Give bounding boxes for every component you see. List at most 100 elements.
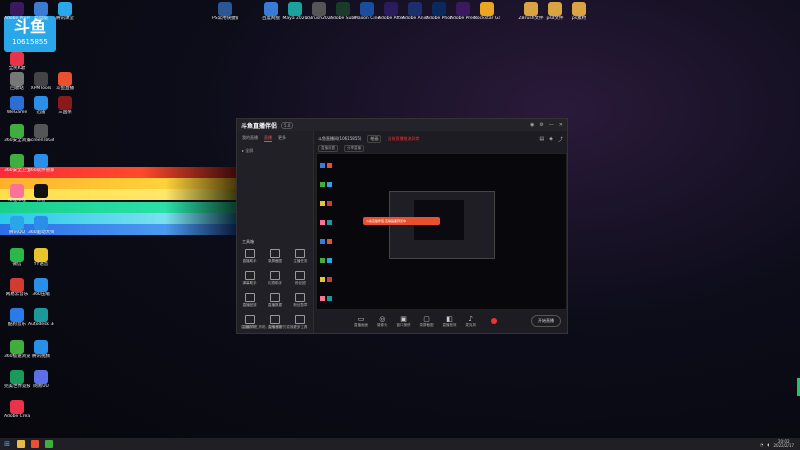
tool-item[interactable]: 直播回放 — [237, 293, 262, 308]
desktop-icon[interactable]: 斗鱼直播 — [52, 72, 78, 91]
streaming-app-window[interactable]: 斗鱼直播伴侣 5.0 ◉ ⚙ — ✕ 我的直播 直播 更多 ▸ 全屏 工具箱 直… — [236, 118, 568, 334]
app-icon — [336, 2, 350, 16]
avatar-icon[interactable]: ◉ — [530, 122, 534, 128]
desktop-icon[interactable]: 微信 — [4, 248, 30, 267]
desktop-icon[interactable]: 回收站 — [4, 72, 30, 91]
desktop-icon[interactable]: 此电脑 — [28, 2, 54, 21]
desktop-icon[interactable]: ZBrush文件 — [518, 2, 544, 21]
desktop-icon[interactable]: 酷狗音乐 — [4, 308, 30, 327]
network-icon[interactable]: ◔ — [760, 442, 764, 447]
control-button[interactable]: ▢ 录屏截图 — [420, 315, 434, 328]
windows-start-icon[interactable]: ⊞ — [0, 440, 14, 448]
desktop-icon[interactable]: 腾讯课堂 — [52, 2, 78, 21]
control-button[interactable]: ◎ 摄像头 — [377, 315, 388, 328]
desktop-icon[interactable]: 360驱动大师 — [28, 216, 54, 235]
control-bar: ▭ 直播画面 ◎ 摄像头 ▣ 窗口捕获 ▢ 录屏截图 ◧ 直播音效 ♪ 麦克风 开始直播 — [314, 309, 567, 333]
desktop-icon[interactable]: 百度网盘 — [258, 2, 284, 21]
desktop-icon[interactable]: 全民K歌 — [4, 52, 30, 71]
explorer-icon[interactable] — [17, 440, 25, 448]
desktop-icon[interactable]: Adobe Creative Cloud — [4, 400, 30, 419]
app-icon — [288, 2, 302, 16]
app-icon — [384, 2, 398, 16]
desktop-icon[interactable]: Adobe Premiere — [4, 2, 30, 21]
minimize-icon[interactable]: — — [549, 122, 554, 128]
desktop-icon[interactable]: WeGame — [4, 96, 30, 115]
category-select[interactable]: 绘画 — [367, 135, 382, 143]
desktop-icon[interactable]: YY语音 — [28, 248, 54, 267]
desktop-icon-label: 微信 — [12, 262, 22, 267]
douyu-taskbar-icon[interactable] — [31, 440, 39, 448]
control-button[interactable]: ▭ 直播画面 — [354, 315, 368, 328]
tab-more[interactable]: 更多 — [278, 135, 286, 142]
desktop-icon[interactable]: 360软件管家 — [28, 154, 54, 173]
share-icon[interactable]: ⤴ — [558, 136, 563, 143]
browser-taskbar-icon[interactable] — [45, 440, 53, 448]
desktop-icon[interactable]: 腾讯QQ — [4, 216, 30, 235]
tool-item[interactable]: 粉丝勋章 — [288, 293, 313, 308]
close-icon[interactable]: ✕ — [559, 122, 563, 128]
preview-icon — [320, 296, 325, 301]
head-icons: ▤ ◈ ⤴ — [539, 136, 563, 143]
desktop-icon[interactable]: 哔哩哔哩 — [4, 184, 30, 203]
tab-my-live[interactable]: 我的直播 — [242, 135, 258, 142]
start-live-button[interactable]: 开始直播 — [531, 315, 561, 327]
tab-live[interactable]: 直播 — [264, 135, 272, 142]
desktop-icon-label: 三国杀 — [58, 110, 72, 115]
control-button[interactable]: ◧ 直播音效 — [443, 315, 457, 328]
scene-item[interactable]: ▸ 全屏 — [237, 146, 313, 156]
live-preview[interactable]: 斗鱼直播伴侣·直播画面预览中 — [316, 153, 567, 310]
control-button[interactable]: ♪ 麦克风 — [466, 315, 477, 328]
gift-icon[interactable]: ◈ — [549, 136, 553, 143]
desktop-icon[interactable]: 迅雷 — [28, 96, 54, 115]
control-label: 录屏截图 — [419, 322, 434, 327]
desktop-icon[interactable]: Adobe After Effects 2020 — [378, 2, 404, 21]
desktop-icon[interactable]: ScreenToGif — [28, 124, 54, 143]
version-badge[interactable]: 5.0 — [281, 121, 294, 129]
desktop-icon[interactable]: XPMTools — [28, 72, 54, 91]
tool-item[interactable]: 主播任务 — [288, 249, 313, 264]
desktop-icon[interactable]: ps素材 — [566, 2, 592, 21]
desktop-icon[interactable]: PS常用快捷键大全.doc — [212, 2, 238, 21]
tool-item[interactable]: 录屏截图 — [262, 249, 287, 264]
tool-label: 弹幕助手 — [242, 281, 257, 285]
desktop-icon[interactable]: 抖音 — [28, 184, 54, 203]
app-icon — [10, 370, 24, 384]
desktop-icon[interactable]: Rockstar Games — [474, 2, 500, 21]
desktop-icon-label: 百度网盘 — [262, 16, 280, 21]
tools-grid: 直播助手 录屏截图 主播任务 弹幕助手 礼物助手 粉丝团 直播回放 直播数据 粉丝勋章 主播学院直… — [237, 249, 313, 330]
desktop-icon[interactable]: Maxon Cinema 4D — [354, 2, 380, 21]
desktop-icon[interactable]: 360安全浏览器 — [4, 124, 30, 143]
desktop-icon[interactable]: Adobe Photoshop — [426, 2, 452, 21]
volume-icon[interactable]: ◖ — [767, 442, 769, 447]
desktop-icon[interactable]: 网易云音乐 — [4, 278, 30, 297]
desktop-icon-label: 网易UU — [33, 384, 49, 389]
app-icon — [34, 96, 48, 110]
control-button[interactable]: ▣ 窗口捕获 — [397, 315, 411, 328]
desktop-icon[interactable]: 360压缩 — [28, 278, 54, 297]
share-live-button[interactable]: 分享直播 — [344, 145, 364, 152]
desktop-icon[interactable]: Adobe Animate — [402, 2, 428, 21]
tool-item[interactable]: 弹幕助手 — [237, 271, 262, 286]
desktop-icon[interactable]: 网易UU — [28, 370, 54, 389]
desktop-icon[interactable]: Adobe Substance — [330, 2, 356, 21]
tool-item[interactable]: 粉丝团 — [288, 271, 313, 286]
desktop-icon[interactable]: 完美世界竞技平台 — [4, 370, 30, 389]
cart-icon[interactable]: ▤ — [539, 136, 544, 143]
live-settings-button[interactable]: 直播设置 — [318, 145, 338, 152]
desktop-icon[interactable]: psd文件 — [542, 2, 568, 21]
desktop-icon[interactable]: 360极速浏览器 — [4, 340, 30, 359]
desktop-icon[interactable]: Autodesk 3ds Max — [28, 308, 54, 327]
record-icon[interactable] — [491, 318, 497, 324]
desktop-icon[interactable]: Maya 2020 — [282, 2, 308, 21]
desktop-icon[interactable]: 三国杀 — [52, 96, 78, 115]
desktop-icon[interactable]: 腾讯视频 — [28, 340, 54, 359]
settings-icon[interactable]: ⚙ — [539, 122, 543, 128]
tool-item[interactable]: 直播数据 — [262, 293, 287, 308]
desktop-icon[interactable]: ZBrush2021 — [306, 2, 332, 21]
tool-item[interactable]: 直播助手 — [237, 249, 262, 264]
tool-item[interactable]: 礼物助手 — [262, 271, 287, 286]
desktop-icon[interactable]: 360安全卫士 — [4, 154, 30, 173]
clock[interactable]: 20:02 2022/2/17 — [773, 440, 794, 448]
desktop-icon[interactable]: Adobe Premiere — [450, 2, 476, 21]
preview-desktop-icons — [319, 156, 335, 309]
